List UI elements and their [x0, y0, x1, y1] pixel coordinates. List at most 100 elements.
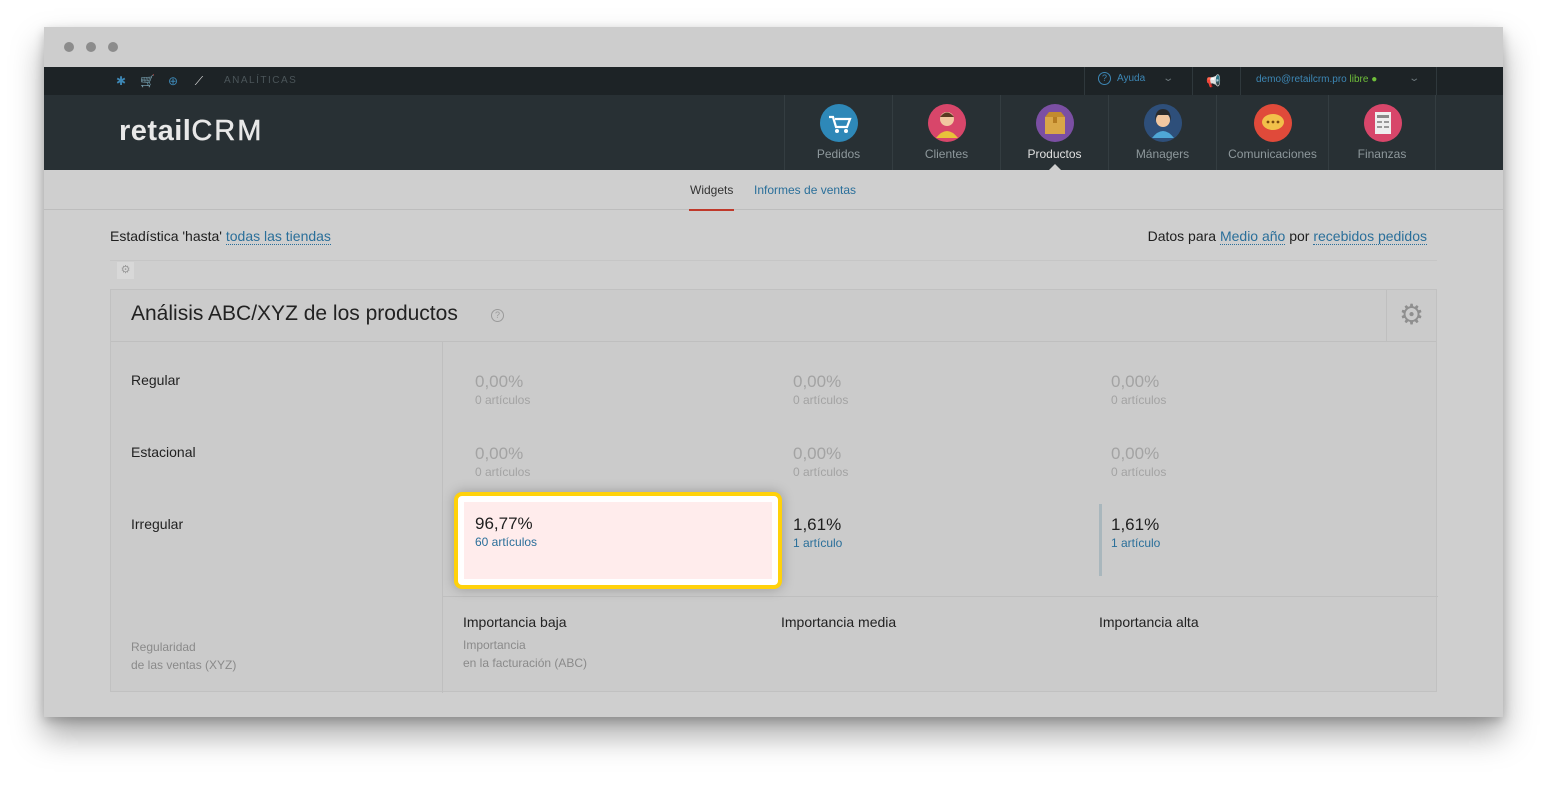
window-close-dot[interactable] — [64, 42, 74, 52]
period-filter-middle: por — [1289, 228, 1310, 244]
xyz-axis-line: de las ventas (XYZ) — [131, 658, 237, 672]
top-utility-bar: ✱ 🛒 ⊕ ⟋ ANALÍTICAS ? Ayuda ⌄ 📢 demo@reta… — [44, 67, 1503, 95]
user-email: demo@retailcrm.pro — [1256, 74, 1347, 85]
finance-icon — [1364, 104, 1402, 142]
manager-icon — [1144, 104, 1182, 142]
settings-icon[interactable]: ✱ — [114, 74, 128, 88]
cell-count-link[interactable]: 1 artículo — [1111, 536, 1411, 550]
section-label: ANALÍTICAS — [224, 75, 298, 86]
nav-item-finanzas[interactable]: Finanzas — [1328, 95, 1436, 170]
cell-count: 0 artículos — [1111, 465, 1167, 479]
matrix-cell: 1,61% 1 artículo — [1111, 515, 1411, 550]
cell-count-link[interactable]: 60 artículos — [475, 535, 775, 549]
cell-count: 0 artículos — [793, 465, 849, 479]
widget-title: Análisis ABC/XYZ de los productos — [131, 302, 458, 325]
divider — [110, 260, 1437, 261]
row-label-regular: Regular — [131, 372, 181, 388]
help-icon[interactable]: ? — [491, 309, 504, 322]
nav-label: Comunicaciones — [1228, 147, 1317, 161]
abc-axis-line: en la facturación (ABC) — [463, 656, 588, 670]
chevron-down-icon[interactable]: ⌄ — [1408, 73, 1420, 84]
logo-text: retail — [119, 115, 192, 147]
cell-count-link[interactable]: 1 artículo — [793, 536, 1093, 550]
xyz-axis-line: Regularidad — [131, 640, 196, 654]
divider — [443, 596, 1438, 597]
cell-count: 0 artículos — [475, 465, 531, 479]
help-label: Ayuda — [1117, 73, 1146, 84]
cell-percent: 0,00% — [793, 444, 842, 463]
matrix-cell: 0,00% 0 artículos — [1111, 372, 1411, 407]
cart-icon[interactable]: 🛒 — [140, 74, 155, 88]
cart-icon — [820, 104, 858, 142]
period-filter-prefix: Datos para — [1147, 228, 1217, 244]
orders-type-link[interactable]: recebidos pedidos — [1313, 228, 1427, 245]
customer-icon — [928, 104, 966, 142]
matrix-cell: 1,61% 1 artículo — [793, 515, 1093, 550]
analytics-content: Widgets Informes de ventas Estadística '… — [44, 170, 1503, 717]
divider — [1240, 67, 1241, 95]
gear-icon[interactable]: ⚙ — [1386, 290, 1436, 342]
nav-item-pedidos[interactable]: Pedidos — [784, 95, 892, 170]
divider — [1192, 67, 1193, 95]
column-label-baja: Importancia baja — [463, 614, 567, 630]
window-minimize-dot[interactable] — [86, 42, 96, 52]
nav-label: Productos — [1027, 147, 1082, 161]
matrix-cell: 0,00% 0 artículos — [793, 372, 1093, 407]
lifebuoy-icon[interactable]: ⊕ — [166, 74, 180, 88]
store-filter-prefix: Estadística 'hasta' — [110, 228, 222, 244]
xyz-axis-label: Regularidad de las ventas (XYZ) — [131, 638, 236, 674]
megaphone-icon[interactable]: 📢 — [1206, 74, 1221, 88]
divider — [1436, 67, 1437, 95]
divider — [1084, 67, 1085, 95]
tab-informes-de-ventas[interactable]: Informes de ventas — [754, 183, 856, 197]
window-maximize-dot[interactable] — [108, 42, 118, 52]
column-label-media: Importancia media — [781, 614, 897, 630]
cell-count: 0 artículos — [793, 393, 849, 407]
main-header: retailCRM Pedidos Clientes Productos Mán… — [44, 95, 1503, 170]
nav-item-comunicaciones[interactable]: Comunicaciones — [1216, 95, 1328, 170]
help-menu[interactable]: ? Ayuda — [1098, 72, 1145, 85]
row-label-irregular: Irregular — [131, 516, 184, 532]
cell-count: 0 artículos — [1111, 393, 1167, 407]
divider — [442, 342, 443, 693]
logo-crm: CRM — [191, 115, 264, 148]
cell-percent: 0,00% — [475, 372, 524, 391]
user-menu[interactable]: demo@retailcrm.pro libre ● — [1256, 74, 1377, 85]
period-filter: Datos para Medio año por recebidos pedid… — [1147, 228, 1427, 245]
nav-label: Clientes — [924, 147, 969, 161]
cell-percent: 96,77% — [475, 514, 533, 533]
abc-axis-label: Importancia en la facturación (ABC) — [463, 636, 587, 672]
matrix-cell: 0,00% 0 artículos — [793, 444, 1093, 479]
window-titlebar — [44, 27, 1503, 67]
browser-window: ✱ 🛒 ⊕ ⟋ ANALÍTICAS ? Ayuda ⌄ 📢 demo@reta… — [44, 27, 1503, 717]
highlighted-cell[interactable]: 96,77% 60 artículos — [454, 492, 782, 589]
help-icon: ? — [1098, 72, 1111, 85]
abc-xyz-widget: Análisis ABC/XYZ de los productos ? ⚙ Re… — [110, 289, 1438, 693]
widget-header: Análisis ABC/XYZ de los productos ? ⚙ — [111, 290, 1436, 342]
tab-widgets[interactable]: Widgets — [688, 183, 735, 211]
matrix-cell: 0,00% 0 artículos — [475, 444, 775, 479]
widgets-settings-icon[interactable]: ⚙ — [117, 262, 134, 279]
nav-item-productos[interactable]: Productos — [1000, 95, 1108, 170]
analytics-icon[interactable]: ⟋ — [192, 74, 206, 88]
chat-icon — [1254, 104, 1292, 142]
cell-percent: 1,61% — [793, 515, 842, 534]
subtabs-bar: Widgets Informes de ventas — [44, 170, 1503, 211]
chevron-down-icon[interactable]: ⌄ — [1162, 73, 1174, 84]
cell-accent-bar — [1099, 504, 1102, 576]
nav-item-clientes[interactable]: Clientes — [892, 95, 1000, 170]
matrix-cell: 96,77% 60 artículos — [475, 514, 775, 549]
abc-axis-line: Importancia — [463, 638, 526, 652]
nav-label: Pedidos — [816, 147, 861, 161]
cell-percent: 1,61% — [1111, 515, 1160, 534]
row-label-estacional: Estacional — [131, 444, 196, 460]
matrix-cell: 0,00% 0 artículos — [475, 372, 775, 407]
cell-percent: 0,00% — [1111, 372, 1160, 391]
nav-item-managers[interactable]: Mánagers — [1108, 95, 1216, 170]
nav-label: Finanzas — [1357, 147, 1407, 161]
retailcrm-logo[interactable]: retailCRM — [119, 115, 263, 148]
nav-label: Mánagers — [1135, 147, 1190, 161]
box-icon — [1036, 104, 1074, 142]
period-link[interactable]: Medio año — [1219, 228, 1286, 245]
store-filter-link[interactable]: todas las tiendas — [225, 228, 331, 245]
